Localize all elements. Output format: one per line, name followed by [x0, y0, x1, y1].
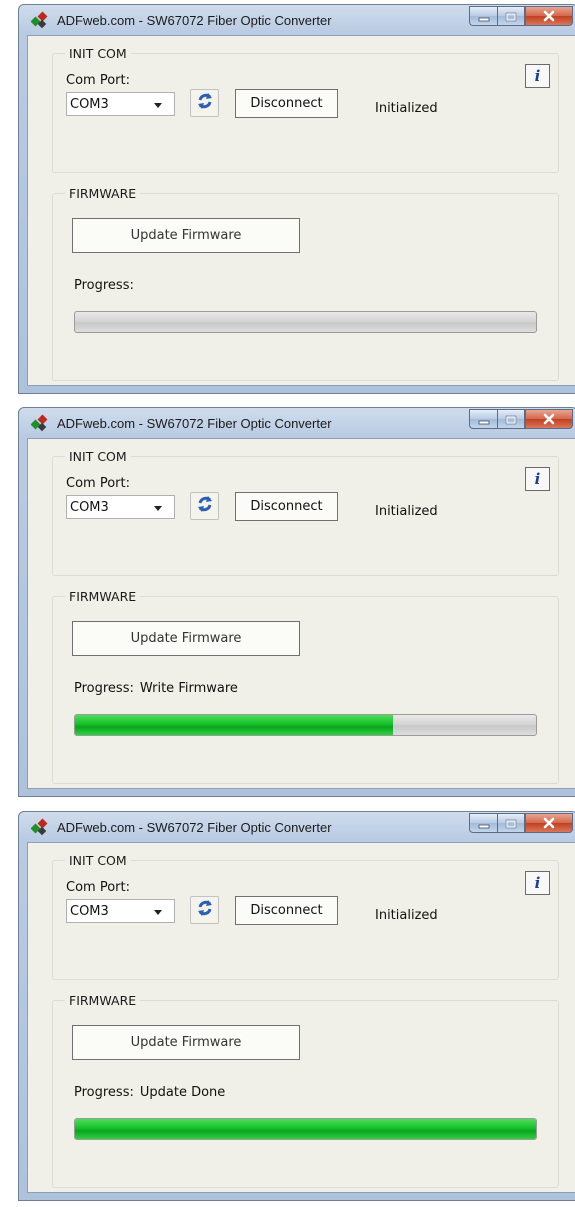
close-icon — [542, 814, 556, 833]
info-button[interactable]: i — [525, 871, 550, 895]
update-firmware-button[interactable]: Update Firmware — [72, 621, 300, 656]
firmware-group: FIRMWARE Update Firmware Progress: — [52, 186, 559, 381]
refresh-icon — [196, 91, 214, 115]
connection-status: Initialized — [375, 504, 438, 519]
progress-bar — [74, 1118, 537, 1140]
info-button[interactable]: i — [525, 467, 550, 491]
caption-buttons — [469, 6, 573, 26]
progress-label: Progress: — [74, 1085, 134, 1100]
info-icon: i — [534, 874, 541, 892]
connection-status: Initialized — [375, 908, 438, 923]
progress-bar — [74, 714, 537, 736]
caption-buttons — [469, 409, 573, 429]
progress-row: Progress: Update Done — [74, 1085, 225, 1100]
init-com-label: INIT COM — [65, 853, 131, 868]
app-window-1: ADFweb.com - SW67072 Fiber Optic Convert… — [18, 4, 575, 394]
title-bar[interactable]: ADFweb.com - SW67072 Fiber Optic Convert… — [19, 408, 575, 438]
progress-row: Progress: Write Firmware — [74, 681, 238, 696]
com-port-label: Com Port: — [66, 73, 130, 88]
progress-status: Update Done — [139, 1085, 226, 1100]
com-port-label: Com Port: — [66, 880, 130, 895]
info-button[interactable]: i — [525, 64, 550, 88]
init-com-group: INIT COM Com Port: COM3 Disconnect Initi… — [52, 853, 559, 980]
firmware-group: FIRMWARE Update Firmware Progress: Write … — [52, 589, 559, 784]
app-window-3: ADFweb.com - SW67072 Fiber Optic Convert… — [18, 811, 575, 1201]
close-icon — [542, 7, 556, 26]
progress-row: Progress: — [74, 278, 140, 293]
chevron-down-icon[interactable] — [154, 910, 162, 915]
maximize-button[interactable] — [497, 813, 525, 833]
maximize-icon — [505, 7, 517, 26]
maximize-icon — [505, 410, 517, 429]
update-firmware-button[interactable]: Update Firmware — [72, 1025, 300, 1060]
maximize-icon — [505, 814, 517, 833]
update-firmware-button[interactable]: Update Firmware — [72, 218, 300, 253]
disconnect-button[interactable]: Disconnect — [235, 896, 338, 925]
init-com-label: INIT COM — [65, 449, 131, 464]
com-port-select[interactable]: COM3 — [66, 92, 175, 116]
firmware-label: FIRMWARE — [65, 993, 141, 1008]
firmware-label: FIRMWARE — [65, 589, 141, 604]
client-area: INIT COM Com Port: COM3 Disconnect Initi… — [27, 842, 575, 1193]
minimize-icon — [478, 814, 490, 833]
adfweb-logo-icon — [30, 11, 49, 29]
com-port-label: Com Port: — [66, 476, 130, 491]
com-port-value: COM3 — [70, 97, 109, 112]
refresh-ports-button[interactable] — [190, 492, 219, 520]
adfweb-logo-icon — [30, 818, 49, 836]
minimize-button[interactable] — [469, 6, 497, 26]
info-icon: i — [534, 470, 541, 488]
com-port-select[interactable]: COM3 — [66, 495, 175, 519]
chevron-down-icon[interactable] — [154, 103, 162, 108]
app-window-2: ADFweb.com - SW67072 Fiber Optic Convert… — [18, 407, 575, 797]
minimize-button[interactable] — [469, 813, 497, 833]
com-port-select[interactable]: COM3 — [66, 899, 175, 923]
window-title: ADFweb.com - SW67072 Fiber Optic Convert… — [57, 13, 332, 28]
window-title: ADFweb.com - SW67072 Fiber Optic Convert… — [57, 416, 332, 431]
refresh-ports-button[interactable] — [190, 896, 219, 924]
adfweb-logo-icon — [30, 414, 49, 432]
minimize-icon — [478, 7, 490, 26]
com-port-value: COM3 — [70, 500, 109, 515]
refresh-icon — [196, 494, 214, 518]
progress-status: Write Firmware — [139, 681, 238, 696]
window-title: ADFweb.com - SW67072 Fiber Optic Convert… — [57, 820, 332, 835]
maximize-button[interactable] — [497, 409, 525, 429]
progress-bar-fill — [75, 1119, 536, 1139]
close-button[interactable] — [525, 813, 573, 833]
connection-status: Initialized — [375, 101, 438, 116]
info-icon: i — [534, 67, 541, 85]
init-com-label: INIT COM — [65, 46, 131, 61]
minimize-button[interactable] — [469, 409, 497, 429]
title-bar[interactable]: ADFweb.com - SW67072 Fiber Optic Convert… — [19, 812, 575, 842]
disconnect-button[interactable]: Disconnect — [235, 89, 338, 118]
close-button[interactable] — [525, 6, 573, 26]
chevron-down-icon[interactable] — [154, 506, 162, 511]
firmware-label: FIRMWARE — [65, 186, 141, 201]
refresh-ports-button[interactable] — [190, 89, 219, 117]
init-com-group: INIT COM Com Port: COM3 Disconnect Initi… — [52, 449, 559, 576]
title-bar[interactable]: ADFweb.com - SW67072 Fiber Optic Convert… — [19, 5, 575, 35]
progress-bar — [74, 311, 537, 333]
progress-label: Progress: — [74, 278, 134, 293]
com-port-value: COM3 — [70, 904, 109, 919]
close-icon — [542, 410, 556, 429]
progress-bar-fill — [75, 715, 394, 735]
disconnect-button[interactable]: Disconnect — [235, 492, 338, 521]
maximize-button[interactable] — [497, 6, 525, 26]
close-button[interactable] — [525, 409, 573, 429]
init-com-group: INIT COM Com Port: COM3 Disconnect Initi… — [52, 46, 559, 173]
caption-buttons — [469, 813, 573, 833]
client-area: INIT COM Com Port: COM3 Disconnect Initi… — [27, 438, 575, 789]
firmware-group: FIRMWARE Update Firmware Progress: Update… — [52, 993, 559, 1188]
progress-label: Progress: — [74, 681, 134, 696]
minimize-icon — [478, 410, 490, 429]
refresh-icon — [196, 898, 214, 922]
client-area: INIT COM Com Port: COM3 Disconnect Initi… — [27, 35, 575, 386]
